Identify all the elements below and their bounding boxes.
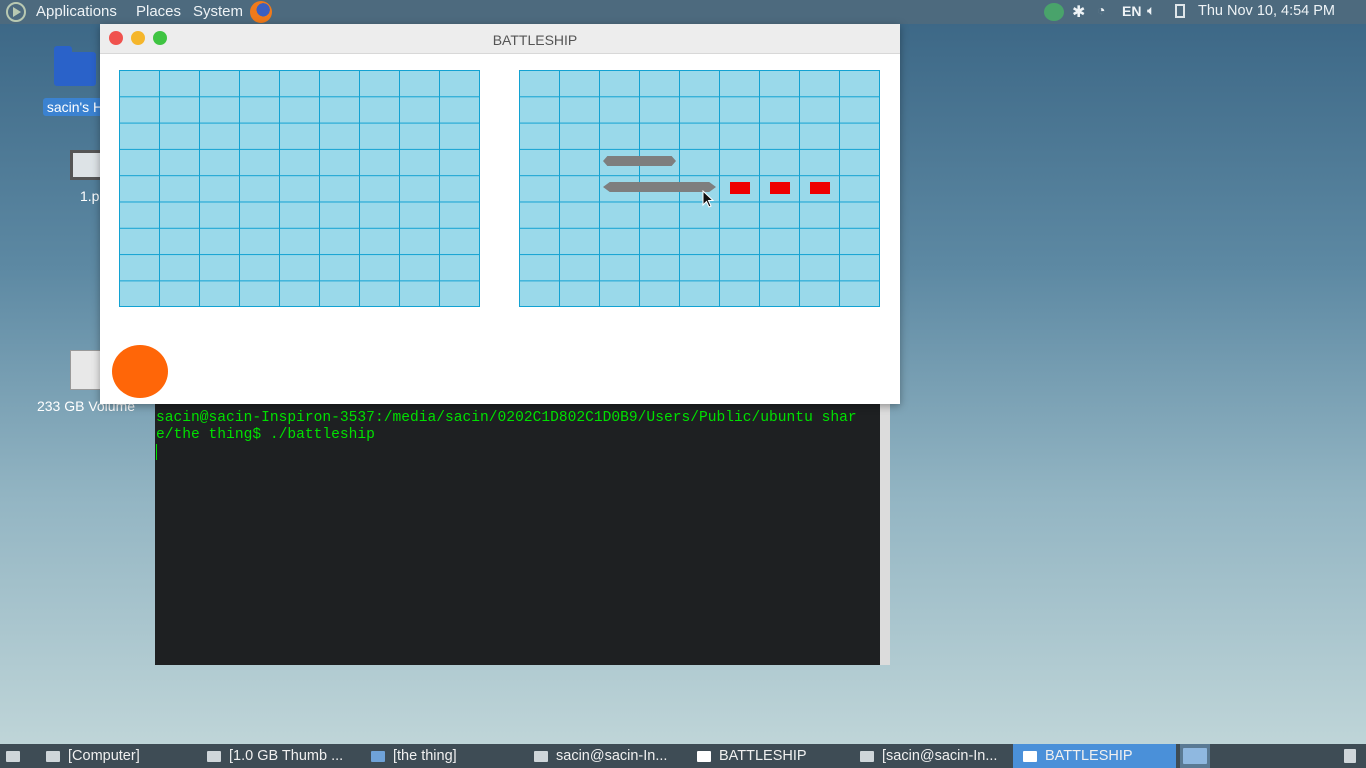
window-title: BATTLESHIP bbox=[492, 32, 578, 48]
bluetooth-icon[interactable]: ✱ bbox=[1072, 2, 1085, 22]
window-titlebar[interactable]: BATTLESHIP bbox=[100, 24, 900, 54]
battleship-window[interactable]: BATTLESHIP bbox=[100, 24, 900, 404]
player-grid[interactable] bbox=[119, 70, 480, 307]
places-menu[interactable]: Places bbox=[136, 3, 181, 20]
keyboard-layout[interactable]: EN bbox=[1122, 3, 1141, 19]
trash-icon[interactable] bbox=[1344, 744, 1356, 768]
battery-icon[interactable] bbox=[1175, 4, 1185, 18]
home-folder-icon bbox=[54, 46, 96, 86]
distro-logo-icon[interactable] bbox=[6, 2, 26, 22]
ship bbox=[603, 156, 676, 166]
window-icon bbox=[697, 750, 711, 762]
taskbar-item[interactable]: [sacin@sacin-In... bbox=[860, 744, 997, 768]
taskbar: [Computer] [1.0 GB Thumb ... [the thing]… bbox=[0, 744, 1366, 768]
terminal-icon bbox=[860, 750, 874, 762]
ship bbox=[603, 182, 716, 192]
show-desktop-button[interactable] bbox=[6, 744, 20, 768]
system-menu[interactable]: System bbox=[193, 3, 243, 20]
workspace-switcher[interactable] bbox=[1180, 744, 1210, 768]
drive-icon bbox=[70, 350, 102, 390]
terminal-line: sacin@sacin-Inspiron-3537:/media/sacin/0… bbox=[156, 410, 857, 426]
wifi-icon[interactable]: ◔ bbox=[1097, 2, 1105, 18]
terminal-window[interactable]: sacin@sacin-Inspiron-3537:/media/sacin/0… bbox=[155, 400, 890, 665]
text-cursor bbox=[156, 444, 157, 460]
opponent-grid[interactable] bbox=[519, 70, 880, 307]
turn-indicator bbox=[112, 345, 168, 398]
applications-menu[interactable]: Applications bbox=[36, 3, 117, 20]
update-icon[interactable] bbox=[1044, 3, 1064, 21]
hit-marker bbox=[730, 182, 750, 194]
firefox-icon[interactable] bbox=[250, 1, 272, 23]
taskbar-item[interactable]: [Computer] bbox=[46, 744, 140, 768]
hit-marker bbox=[770, 182, 790, 194]
top-panel: Applications Places System ✱ ◔ EN 🔈︎ Thu… bbox=[0, 0, 1366, 24]
taskbar-item[interactable]: sacin@sacin-In... bbox=[534, 744, 667, 768]
window-icon bbox=[1023, 750, 1037, 762]
computer-icon bbox=[46, 750, 60, 762]
desktop-icon-label: sacin's H bbox=[42, 98, 108, 116]
hit-marker bbox=[810, 182, 830, 194]
volume-icon[interactable]: 🔈︎ bbox=[1147, 2, 1155, 19]
file-manager-icon bbox=[207, 750, 221, 762]
terminal-line: e/the thing$ ./battleship bbox=[156, 427, 375, 443]
taskbar-item-active[interactable]: BATTLESHIP bbox=[1013, 744, 1176, 768]
clock[interactable]: Thu Nov 10, 4:54 PM bbox=[1198, 3, 1335, 19]
taskbar-item[interactable]: [the thing] bbox=[371, 744, 457, 768]
terminal-icon bbox=[534, 750, 548, 762]
mouse-pointer-icon bbox=[702, 190, 714, 208]
taskbar-item[interactable]: BATTLESHIP bbox=[697, 744, 807, 768]
folder-icon bbox=[371, 750, 385, 762]
taskbar-item[interactable]: [1.0 GB Thumb ... bbox=[207, 744, 343, 768]
